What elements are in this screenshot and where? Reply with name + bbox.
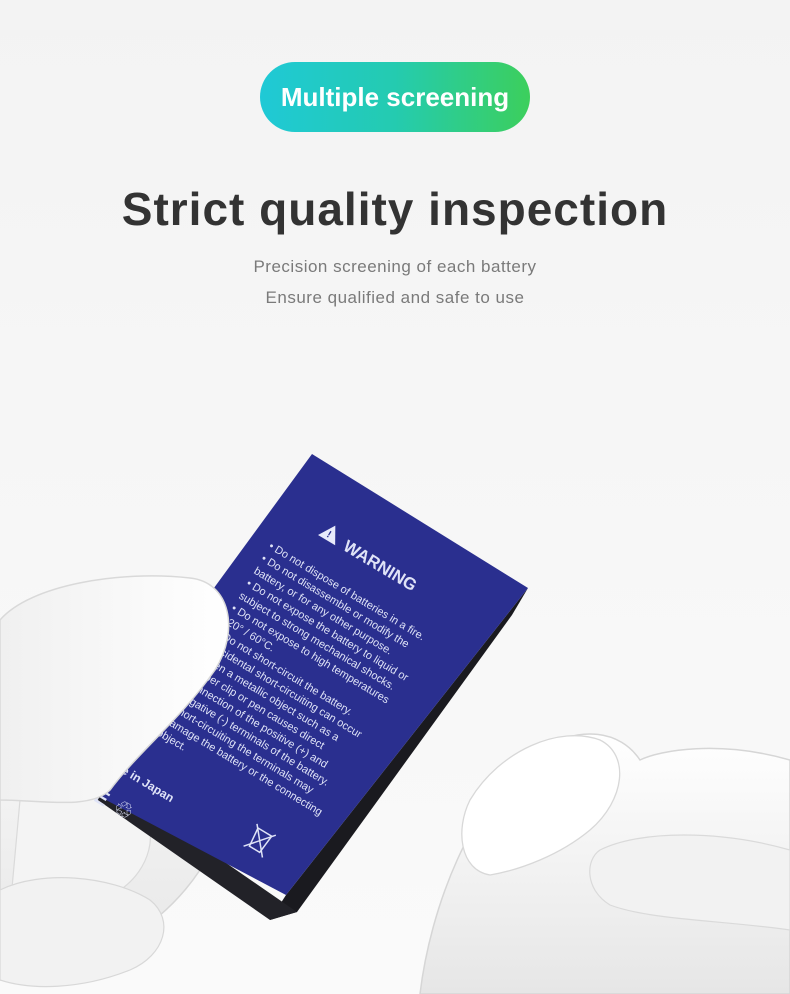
badge-label: Multiple screening bbox=[280, 81, 510, 112]
multiple-screening-badge: Multiple screening bbox=[260, 62, 530, 132]
right-glove bbox=[419, 733, 790, 994]
subtitle-line-2: Ensure qualified and safe to use bbox=[265, 288, 525, 307]
subtitle-line-1: Precision screening of each battery bbox=[253, 257, 537, 276]
battery-held-by-gloves-illustration: ! WARNING • Do not dispose of batteries … bbox=[0, 454, 790, 994]
page-title: Strict quality inspection bbox=[121, 183, 669, 235]
battery-photo: ! WARNING • Do not dispose of batteries … bbox=[0, 330, 790, 994]
